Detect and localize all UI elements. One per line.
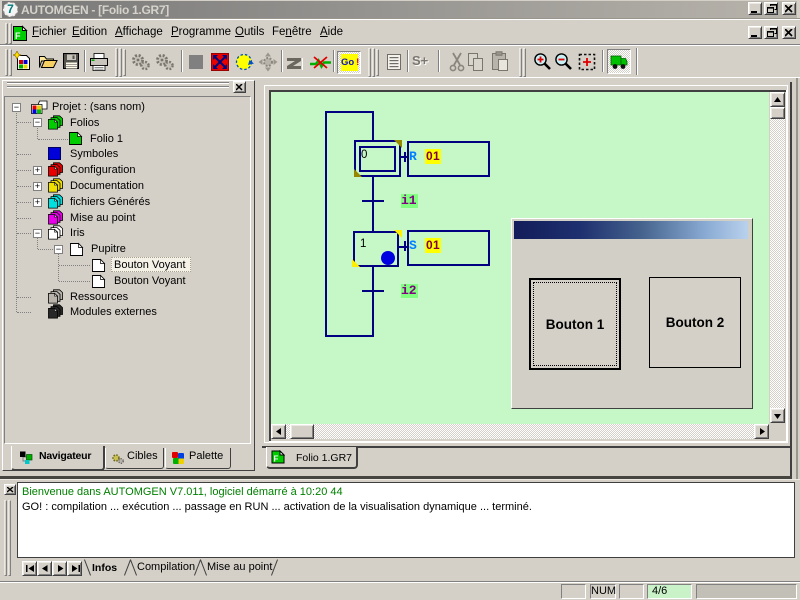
svg-text:F: F	[274, 455, 279, 464]
